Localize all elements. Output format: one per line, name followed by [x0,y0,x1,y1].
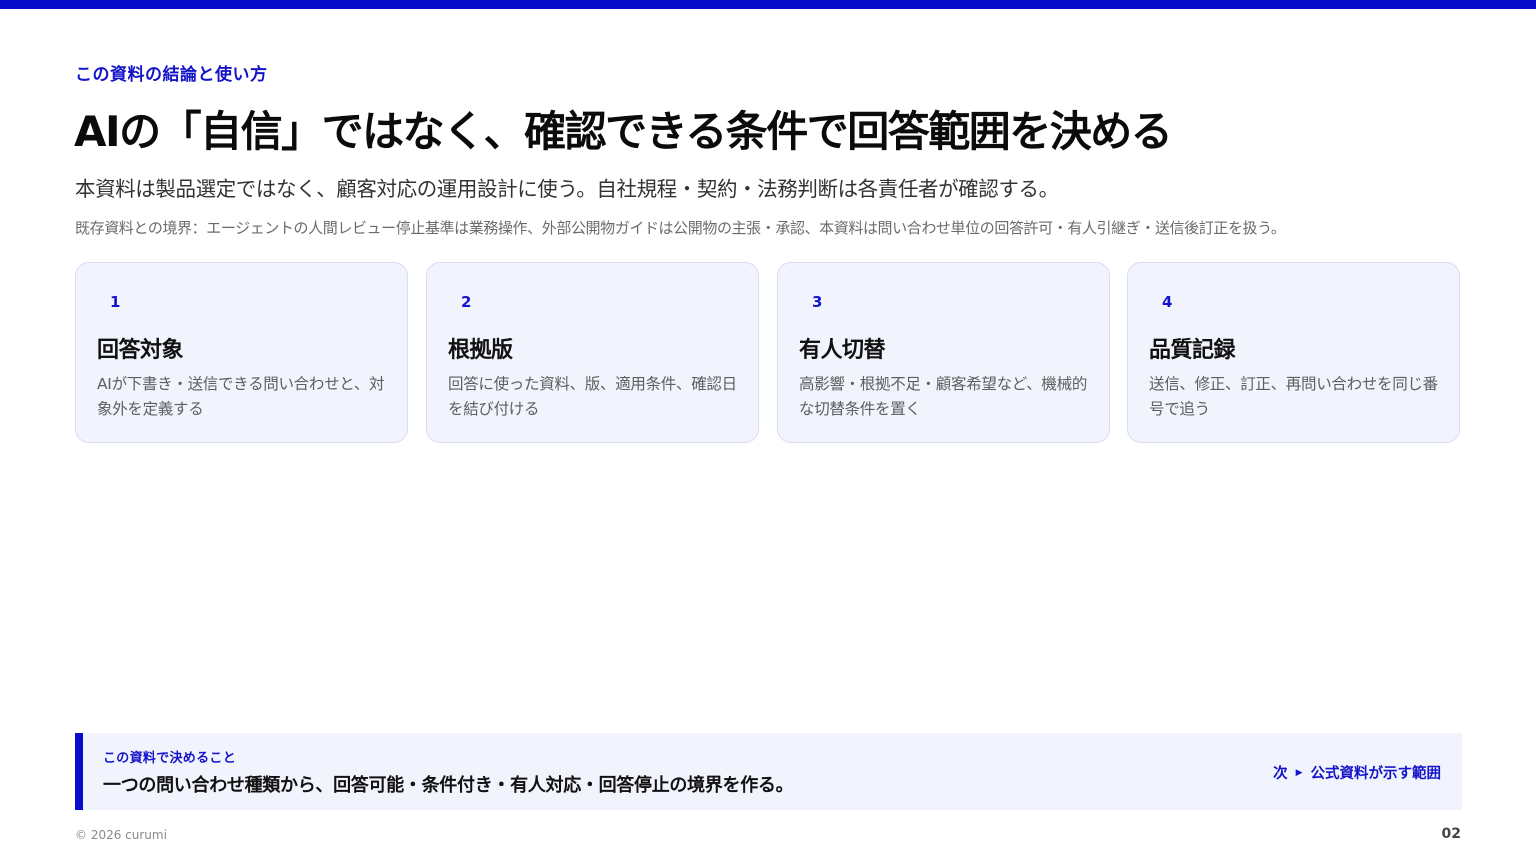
card-number: 2 [461,293,472,311]
card-number: 3 [812,293,823,311]
top-accent-bar [0,0,1536,9]
boundary-note: 既存資料との境界：エージェントの人間レビュー停止基準は業務操作、外部公開物ガイド… [75,219,1286,237]
next-label: 公式資料が示す範囲 [1310,766,1442,782]
page-number: 02 [1441,826,1461,842]
callout-label: この資料で決めること [103,751,237,766]
card-description: 回答に使った資料、版、適用条件、確認日を結び付ける [448,375,737,418]
triangle-right-icon: ▶ [1295,767,1303,778]
callout-text: 一つの問い合わせ種類から、回答可能・条件付き・有人対応・回答停止の境界を作る。 [103,775,794,796]
page-title: AIの「自信」ではなく、確認できる条件で回答範囲を決める [74,107,1173,156]
card-evidence-version: 2 根拠版 回答に使った資料、版、適用条件、確認日を結び付ける [426,262,759,443]
card-number: 4 [1162,293,1173,311]
card-number: 1 [110,293,121,311]
card-grid: 1 回答対象 AIが下書き・送信できる問い合わせと、対象外を定義する 2 根拠版… [75,262,1462,443]
decision-callout: この資料で決めること 一つの問い合わせ種類から、回答可能・条件付き・有人対応・回… [75,733,1462,810]
footer-copyright: © 2026 curumi [75,828,167,842]
next-prefix: 次 [1273,766,1288,782]
card-quality-record: 4 品質記録 送信、修正、訂正、再問い合わせを同じ番号で追う [1127,262,1460,443]
card-scope: 1 回答対象 AIが下書き・送信できる問い合わせと、対象外を定義する [75,262,408,443]
card-title: 有人切替 [799,338,886,363]
card-human-handoff: 3 有人切替 高影響・根拠不足・顧客希望など、機械的な切替条件を置く [777,262,1110,443]
card-description: 高影響・根拠不足・顧客希望など、機械的な切替条件を置く [799,375,1088,418]
card-title: 品質記録 [1149,338,1236,363]
card-title: 回答対象 [97,338,184,363]
card-title: 根拠版 [448,338,513,363]
eyebrow-label: この資料の結論と使い方 [75,65,268,85]
page-subtitle: 本資料は製品選定ではなく、顧客対応の運用設計に使う。自社規程・契約・法務判断は各… [75,177,1059,201]
card-description: 送信、修正、訂正、再問い合わせを同じ番号で追う [1149,375,1438,418]
next-section-link[interactable]: 次 ▶ 公式資料が示す範囲 [1273,762,1441,783]
card-description: AIが下書き・送信できる問い合わせと、対象外を定義する [97,375,385,418]
slide-page: この資料の結論と使い方 AIの「自信」ではなく、確認できる条件で回答範囲を決める… [0,0,1536,864]
